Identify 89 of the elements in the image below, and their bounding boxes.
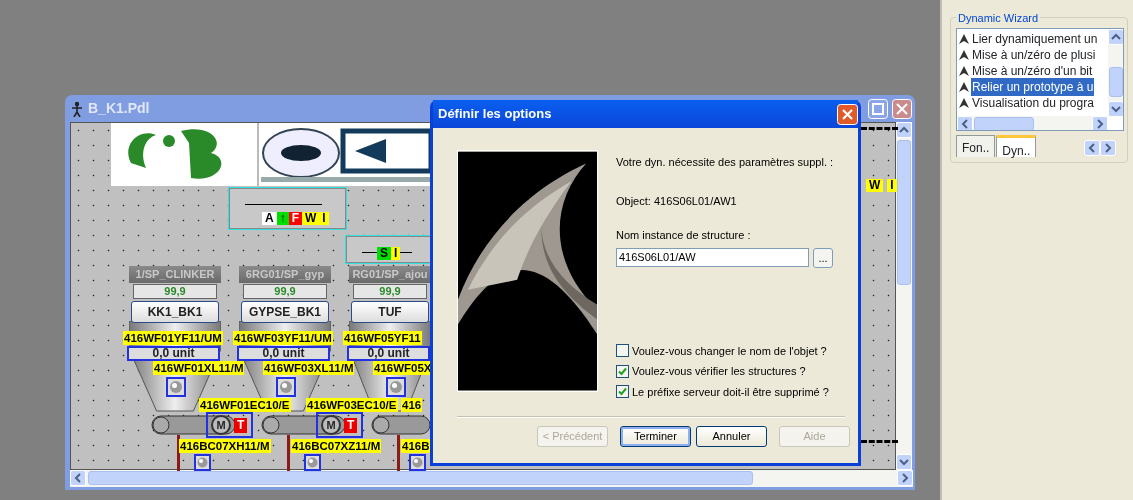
maximize-button[interactable] xyxy=(868,98,888,119)
lamp-icon xyxy=(194,454,211,471)
tag-label: 416WF03EC10/E xyxy=(306,398,398,412)
flow-value: 0,0 unit xyxy=(347,346,430,361)
silo-tag: RG01/SP_ajou xyxy=(349,266,431,283)
flow-value: 0,0 unit xyxy=(127,346,220,361)
scrollbar[interactable] xyxy=(896,122,912,470)
silo-name: TUF xyxy=(351,301,429,323)
scrollbar-thumb[interactable] xyxy=(1109,67,1123,97)
scrollbar-thumb[interactable] xyxy=(897,140,911,285)
tag-label: 416WF03YF11/UM xyxy=(233,331,333,345)
checkbox-label: Voulez-vous changer le nom de l'objet ? xyxy=(632,343,827,359)
list-item[interactable]: Mise à un/zéro de plusi xyxy=(971,46,1097,64)
list-item[interactable]: Relier un prototype à u xyxy=(971,78,1095,96)
object-text: Object: 416S06L01/AW1 xyxy=(616,193,738,209)
status-indicator: I xyxy=(391,247,401,260)
checkbox[interactable] xyxy=(616,385,629,399)
tag-label: 416 xyxy=(401,398,423,412)
scroll-down-button[interactable] xyxy=(1108,101,1123,117)
tag-label: 416WF03XL11/M xyxy=(263,361,355,375)
tag-label: 416WF01XL11/M xyxy=(153,361,245,375)
silo-tag: 6RG01/SP_gyp xyxy=(239,266,331,283)
lamp-icon xyxy=(386,377,406,397)
scrollbar[interactable] xyxy=(957,116,1108,130)
tag-label: 416BC07XZ11/M xyxy=(291,439,382,453)
scroll-left-button[interactable] xyxy=(957,116,973,130)
status-indicator: W xyxy=(302,212,320,225)
list-item[interactable]: Mise à un/zéro d'un bit xyxy=(971,62,1094,80)
pointer-icon xyxy=(958,33,970,45)
scroll-right-button[interactable] xyxy=(1092,116,1108,130)
list-item[interactable]: Lier dynamiquement un xyxy=(971,30,1099,48)
flow-value: 0,0 unit xyxy=(237,346,330,361)
scroll-right-button[interactable] xyxy=(897,470,913,486)
silo-name: KK1_BK1 xyxy=(131,301,219,323)
tag-label: 416WF01EC10/E xyxy=(199,398,291,412)
scroll-up-button[interactable] xyxy=(896,122,912,138)
pointer-icon xyxy=(958,81,970,93)
silo-name: GYPSE_BK1 xyxy=(241,301,329,323)
pointer-icon xyxy=(958,97,970,109)
tag-label: 416WF05YF11 xyxy=(343,331,422,345)
pointer-icon xyxy=(958,49,970,61)
dialog-title: Définir les options xyxy=(438,105,553,124)
browse-button[interactable]: ... xyxy=(813,247,833,268)
close-button[interactable] xyxy=(837,103,858,125)
checkbox[interactable] xyxy=(616,344,629,358)
lamp-icon xyxy=(304,454,321,471)
figure-icon xyxy=(70,100,84,117)
tag-label: 416BC07XH11/M xyxy=(179,439,271,453)
status-indicator: I xyxy=(319,212,329,225)
checkbox-label: Voulez-vous vérifier les structures ? xyxy=(632,364,806,379)
field-label: Nom instance de structure : xyxy=(616,228,752,243)
tab[interactable]: Dyn.. xyxy=(996,135,1037,157)
scroll-left-button[interactable] xyxy=(70,470,86,486)
tab[interactable]: Fon.. xyxy=(956,135,996,157)
dialog-button[interactable]: Terminer xyxy=(620,426,691,447)
tag-label: 416WF05X xyxy=(373,361,431,375)
input-field[interactable]: 416S06L01/AW xyxy=(616,247,809,267)
list-item[interactable]: Visualisation du progra xyxy=(971,94,1095,111)
conveyor-drawing xyxy=(371,415,431,435)
scrollbar-thumb[interactable] xyxy=(88,471,753,485)
checkbox[interactable] xyxy=(616,364,629,378)
scrollbar[interactable] xyxy=(1108,29,1123,117)
scroll-right-button[interactable] xyxy=(1100,140,1116,156)
checkbox-label: Le préfixe serveur doit-il être supprimé ? xyxy=(632,384,829,400)
scroll-up-button[interactable] xyxy=(1108,29,1123,45)
lamp-icon xyxy=(409,454,426,471)
support-post xyxy=(397,435,400,471)
window-title: B_K1.Pdl xyxy=(88,99,150,118)
dialog-button[interactable]: Annuler xyxy=(696,426,767,447)
scrollbar[interactable] xyxy=(70,470,913,487)
silo-value: 99,9 xyxy=(133,284,217,299)
alarm-symbol: T xyxy=(344,417,358,433)
tag-label: 416B xyxy=(401,439,431,453)
support-post xyxy=(287,435,290,471)
status-indicator: S xyxy=(377,247,391,260)
status-indicator: W xyxy=(866,179,884,192)
tag-label: 416WF01YF11/UM xyxy=(123,331,223,345)
silo-tag: 1/SP_CLINKER xyxy=(129,266,221,283)
scroll-down-button[interactable] xyxy=(896,454,912,470)
intro-text: Votre dyn. nécessite des paramètres suppl. : xyxy=(616,155,834,170)
lamp-icon xyxy=(166,377,186,397)
lamp-icon xyxy=(276,377,296,397)
status-indicator: A xyxy=(262,212,277,225)
pointer-icon xyxy=(958,65,970,77)
alarm-symbol: T xyxy=(234,417,248,433)
scroll-left-button[interactable] xyxy=(1084,140,1100,156)
silo-value: 99,9 xyxy=(353,284,427,299)
silo-value: 99,9 xyxy=(243,284,327,299)
status-indicator: I xyxy=(887,179,897,192)
